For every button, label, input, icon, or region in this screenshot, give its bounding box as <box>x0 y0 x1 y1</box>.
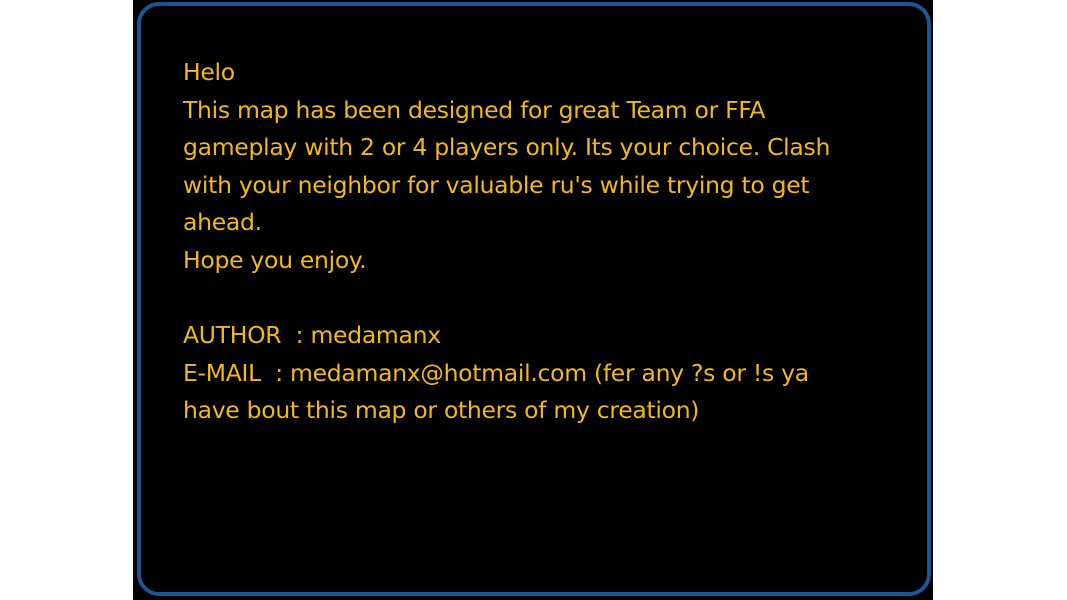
closing-line: Hope you enjoy. <box>183 245 367 274</box>
description-line-2: gameplay with 2 or 4 players only. Its y… <box>183 133 831 162</box>
description-line-3: with your neighbor for valuable ru's whi… <box>183 170 810 199</box>
map-description-text: Helo This map has been designed for grea… <box>183 54 883 430</box>
game-screen: Helo This map has been designed for grea… <box>133 0 933 600</box>
author-line: AUTHOR : medamanx <box>183 321 441 350</box>
email-line-continued: have bout this map or others of my creat… <box>183 396 700 425</box>
email-line: E-MAIL : medamanx@hotmail.com (fer any ?… <box>183 358 809 387</box>
map-description-panel: Helo This map has been designed for grea… <box>137 2 931 596</box>
description-line-4: ahead. <box>183 208 262 237</box>
description-line-1: This map has been designed for great Tea… <box>183 95 766 124</box>
greeting-line: Helo <box>183 58 235 86</box>
